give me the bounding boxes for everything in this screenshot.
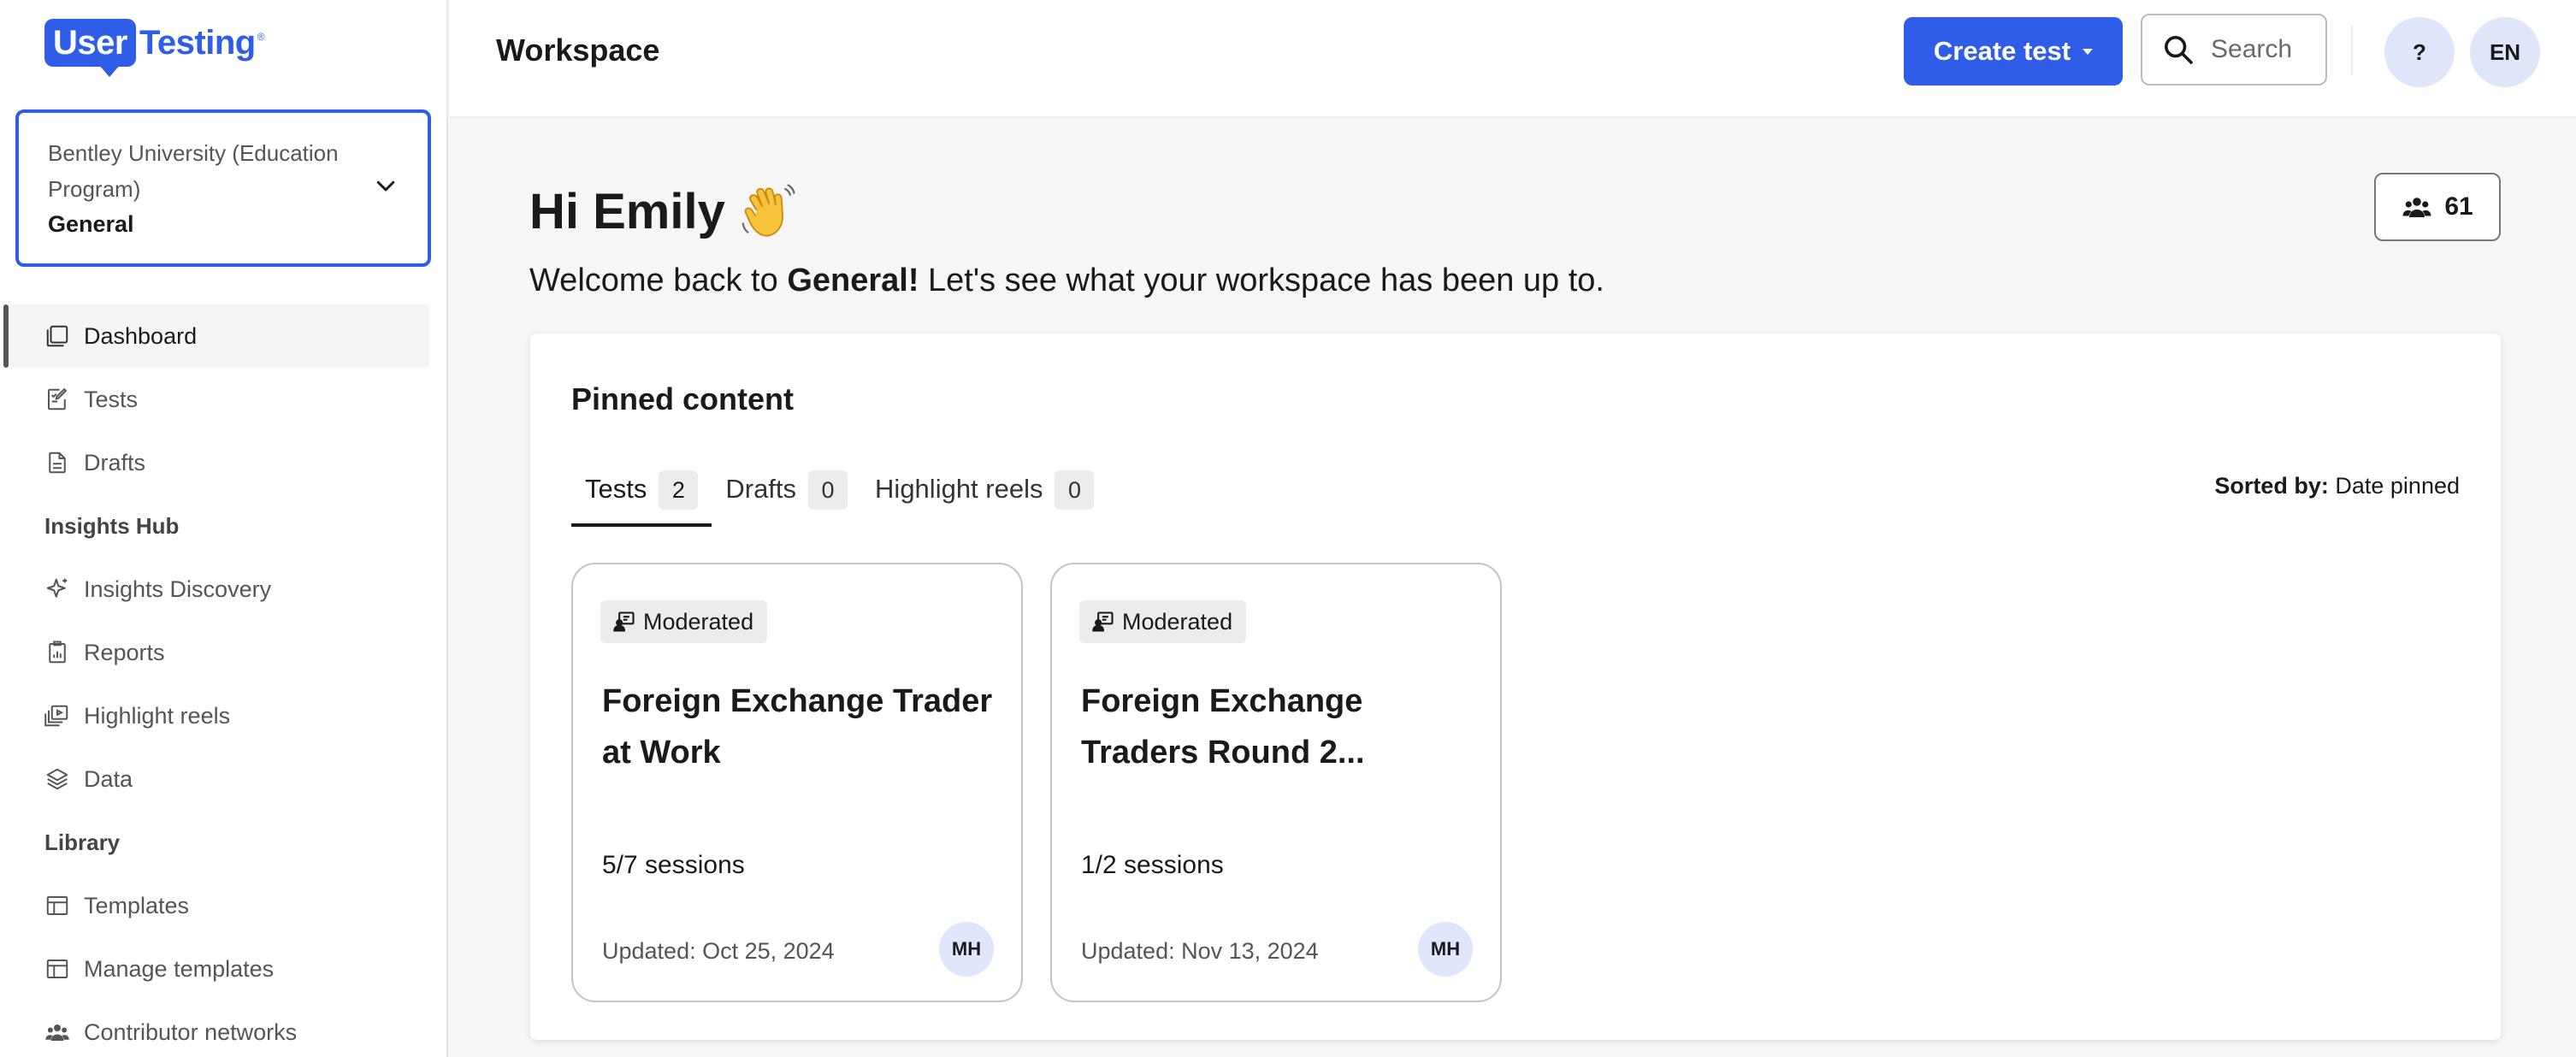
greeting-heading: Hi Emily — [529, 178, 799, 246]
sidebar-item-contributor-networks[interactable]: Contributor networks — [0, 1001, 448, 1057]
tab-count-badge: 2 — [659, 470, 699, 510]
moderated-icon — [1092, 611, 1114, 632]
dashboard-icon — [46, 325, 68, 347]
sidebar-item-drafts[interactable]: Drafts — [0, 431, 448, 494]
sidebar-item-label: Insights Discovery — [84, 576, 272, 602]
logo-testing-text: Testing — [139, 24, 256, 62]
card-title: Foreign Exchange Trader at Work — [602, 683, 993, 771]
avatar: MH — [939, 922, 994, 977]
moderated-badge: Moderated — [600, 600, 768, 643]
card-updated-date: Updated: Oct 25, 2024 — [602, 938, 835, 964]
card-sessions: 5/7 sessions — [602, 851, 745, 879]
top-bar: Workspace Create test ? EN — [450, 0, 2576, 118]
card-updated-date: Updated: Nov 13, 2024 — [1081, 938, 1319, 964]
sidebar-item-label: Manage templates — [84, 955, 275, 982]
sort-value: Date pinned — [2335, 473, 2460, 499]
sparkle-icon — [46, 578, 68, 598]
sidebar-item-label: Templates — [84, 892, 190, 918]
sidebar: User Testing ® Bentley University (Educa… — [0, 0, 448, 1057]
caret-down-icon — [2083, 48, 2094, 55]
sidebar-item-reports[interactable]: Reports — [0, 621, 448, 684]
welcome-suffix: Let's see what your workspace has been u… — [919, 263, 1604, 298]
card-sessions: 1/2 sessions — [1081, 851, 1224, 879]
search-input[interactable] — [2211, 35, 2313, 64]
members-button[interactable]: 61 — [2374, 173, 2501, 241]
pinned-test-card[interactable]: Moderated Foreign Exchange Traders Round… — [1050, 563, 1502, 1002]
waving-hand-icon — [741, 184, 795, 237]
sidebar-item-label: Highlight reels — [84, 702, 231, 729]
pinned-tabs: Tests 2 Drafts 0 Highlight reels 0 — [571, 470, 1108, 527]
members-count: 61 — [2444, 192, 2473, 221]
create-test-button[interactable]: Create test — [1904, 17, 2123, 86]
help-button[interactable]: ? — [2384, 17, 2455, 87]
sidebar-item-highlight-reels[interactable]: Highlight reels — [0, 684, 448, 747]
logo-user-box: User — [44, 19, 136, 77]
reports-icon — [49, 641, 66, 664]
tab-label: Drafts — [725, 474, 797, 504]
tests-icon — [48, 387, 68, 410]
sidebar-item-label: Tests — [84, 386, 139, 412]
sidebar-nav: Dashboard Tests Drafts Insights Hub Insi… — [0, 304, 448, 1057]
badge-label: Moderated — [643, 608, 754, 635]
moderated-icon — [613, 611, 635, 632]
logo-registered-mark: ® — [257, 31, 265, 43]
sidebar-item-tests[interactable]: Tests — [0, 368, 448, 431]
chevron-down-icon — [376, 180, 395, 192]
page-title: Workspace — [496, 32, 660, 68]
pinned-test-card[interactable]: Moderated Foreign Exchange Trader at Wor… — [571, 563, 1023, 1002]
moderated-badge: Moderated — [1079, 600, 1247, 643]
template-icon — [46, 896, 68, 915]
welcome-workspace: General! — [787, 263, 919, 298]
badge-label: Moderated — [1122, 608, 1233, 635]
create-test-label: Create test — [1933, 36, 2071, 66]
tab-count-badge: 0 — [1055, 470, 1095, 510]
sidebar-section-insights-hub: Insights Hub — [44, 512, 180, 539]
layers-icon — [46, 768, 68, 790]
tab-drafts[interactable]: Drafts 0 — [712, 470, 861, 527]
header-divider — [2351, 26, 2353, 75]
workspace-org-name: Bentley University (Education Program) — [48, 140, 339, 202]
sidebar-item-label: Dashboard — [84, 322, 198, 349]
tab-highlight-reels[interactable]: Highlight reels 0 — [861, 470, 1108, 527]
tab-tests[interactable]: Tests 2 — [571, 470, 712, 527]
sidebar-section-library: Library — [44, 829, 121, 855]
language-button[interactable]: EN — [2470, 17, 2540, 87]
sidebar-item-label: Data — [84, 765, 133, 792]
sort-label: Sorted by: — [2214, 473, 2329, 499]
sidebar-item-label: Drafts — [84, 449, 146, 475]
template-icon — [46, 960, 68, 978]
people-icon — [2402, 198, 2431, 217]
avatar: MH — [1418, 922, 1473, 977]
sidebar-item-label: Reports — [84, 639, 165, 665]
pinned-content-title: Pinned content — [571, 381, 794, 416]
sidebar-item-insights-discovery[interactable]: Insights Discovery — [0, 558, 448, 621]
workspace-name: General — [48, 211, 134, 237]
card-title: Foreign Exchange Traders Round 2... — [1081, 683, 1365, 771]
drafts-icon — [49, 452, 66, 474]
greeting-text: Hi Emily — [529, 184, 725, 239]
usertesting-logo[interactable]: User Testing ® — [44, 19, 265, 80]
sidebar-item-label: Contributor networks — [84, 1019, 298, 1045]
sidebar-item-manage-templates[interactable]: Manage templates — [0, 937, 448, 1001]
tab-label: Tests — [585, 474, 647, 504]
logo-speech-tail — [97, 63, 121, 77]
search-icon — [2165, 36, 2193, 64]
highlight-reels-icon — [44, 705, 68, 727]
welcome-message: Welcome back to General! Let's see what … — [529, 257, 1604, 304]
sort-control[interactable]: Sorted by: Date pinned — [2214, 469, 2460, 503]
sidebar-item-templates[interactable]: Templates — [0, 874, 448, 937]
pinned-content-panel: Pinned content Tests 2 Drafts 0 Highligh… — [530, 334, 2501, 1040]
sidebar-item-dashboard[interactable]: Dashboard — [3, 304, 429, 368]
welcome-prefix: Welcome back to — [529, 263, 788, 298]
search-box[interactable] — [2141, 14, 2327, 86]
logo-user-text: User — [53, 24, 127, 62]
tab-count-badge: 0 — [808, 470, 848, 510]
tab-label: Highlight reels — [875, 474, 1043, 504]
sidebar-item-data[interactable]: Data — [0, 747, 448, 811]
workspace-selector[interactable]: Bentley University (Education Program) G… — [15, 109, 431, 267]
people-icon — [45, 1025, 69, 1041]
